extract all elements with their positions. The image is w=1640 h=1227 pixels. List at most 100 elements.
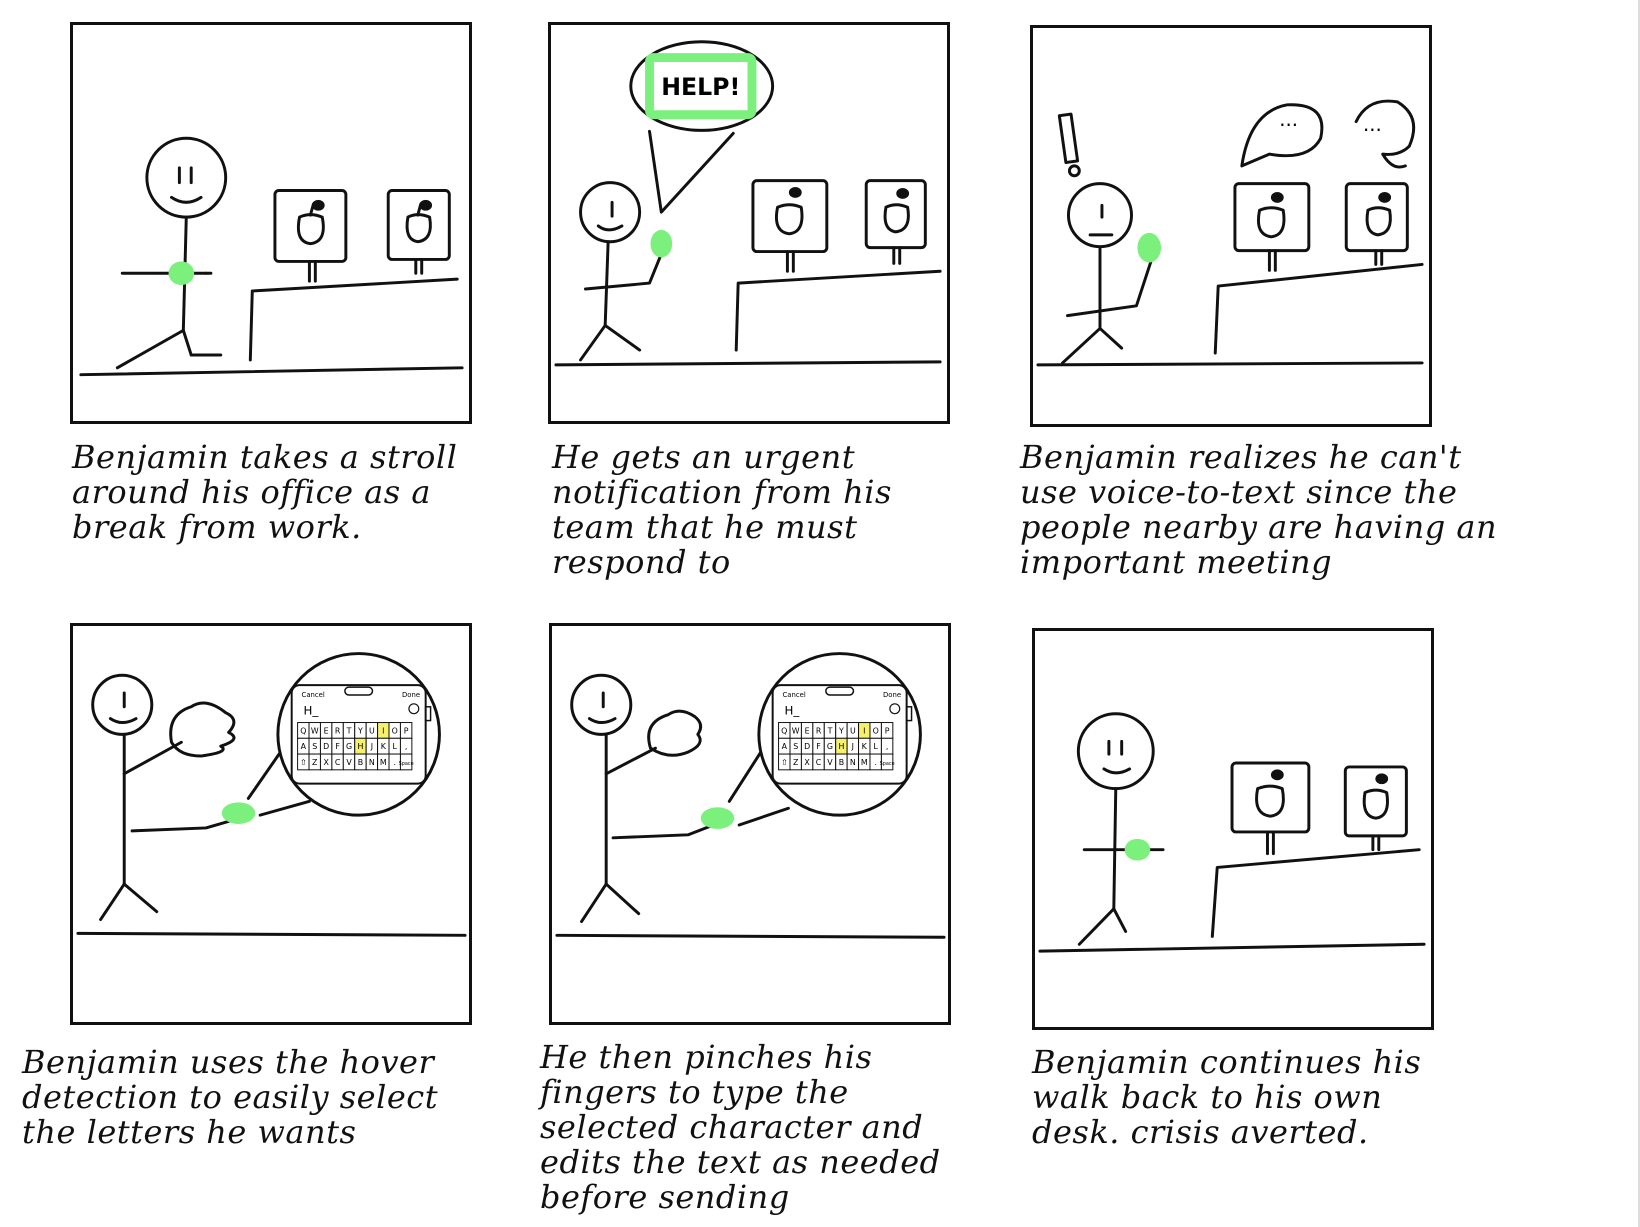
key-label: , xyxy=(886,742,889,751)
hand xyxy=(169,701,236,758)
key-label: . xyxy=(393,758,396,767)
key-label: ⇧ xyxy=(781,758,788,767)
cancel-button[interactable]: Cancel xyxy=(302,691,325,699)
key-label: P xyxy=(404,726,409,735)
key-label: W xyxy=(792,726,800,735)
key-label: H xyxy=(838,742,844,751)
key-label: F xyxy=(335,742,340,751)
panel-5: Cancel Done H_ Q W E R T Y U I O P A S D F G H J K L, ⇧ Z X C V B N M… xyxy=(549,623,951,1025)
head xyxy=(91,673,154,736)
key-label: I xyxy=(382,726,384,735)
bubble-text: HELP! xyxy=(661,73,740,101)
key-label: M xyxy=(861,758,868,767)
panel-6-drawing xyxy=(1038,712,1426,953)
caption-4: Benjamin uses the hover detection to eas… xyxy=(22,1043,439,1151)
panel-4: Cancel Done H_ Q W E R T Y U I O P A S D F G H J K L, ⇧ Z X C V B N M… xyxy=(70,623,472,1025)
key-label: O xyxy=(392,726,398,735)
key-label: X xyxy=(804,758,810,767)
panel-2-drawing: HELP! xyxy=(554,40,942,367)
cancel-button[interactable]: Cancel xyxy=(783,691,806,699)
key-label: T xyxy=(827,726,833,735)
watch-keyboard: Cancel Done H_ Q W E R T Y U I O P A S D F G H J K L , ⇧ Z X C V B N M… xyxy=(771,684,913,785)
key-label: J xyxy=(370,742,373,751)
watch-glow xyxy=(1137,232,1162,263)
key-label: O xyxy=(873,726,879,735)
svg-text:···: ··· xyxy=(1279,113,1298,136)
key-label: ⇧ xyxy=(300,758,307,767)
key-label: U xyxy=(369,726,375,735)
watch-glow xyxy=(650,229,673,258)
watch-keyboard: Cancel Done H_ Q W E R T Y U I O P A S D F G H J K L , ⇧ Z X C V B N M… xyxy=(290,684,432,785)
key-label: D xyxy=(804,742,810,751)
key-label: Q xyxy=(781,726,787,735)
key-label: K xyxy=(862,742,868,751)
key-label: E xyxy=(324,726,329,735)
caption-1: Benjamin takes a stroll around his offic… xyxy=(72,438,458,546)
key-label: G xyxy=(346,742,352,751)
head xyxy=(570,673,633,736)
panel-1 xyxy=(70,22,472,424)
caption-3: Benjamin realizes he can't use voice-to-… xyxy=(1020,438,1498,581)
panel-5-drawing: Cancel Done H_ Q W E R T Y U I O P A S D F G H J K L , ⇧ Z X C V B N M… xyxy=(555,652,946,939)
watch-glow xyxy=(221,802,256,824)
key-label: A xyxy=(301,742,307,751)
key-label: Q xyxy=(300,726,306,735)
typed-text: H_ xyxy=(304,704,320,718)
key-label: Z xyxy=(312,758,318,767)
key-label: C xyxy=(816,758,822,767)
key-label: . xyxy=(874,758,877,767)
key-label: R xyxy=(816,726,822,735)
head xyxy=(1076,712,1155,791)
key-label: Y xyxy=(357,726,363,735)
panel-4-drawing: Cancel Done H_ Q W E R T Y U I O P A S D F G H J K L , ⇧ Z X C V B N M… xyxy=(76,652,467,937)
watch-glow xyxy=(700,807,735,829)
key-label: T xyxy=(346,726,352,735)
key-label: R xyxy=(335,726,341,735)
key-label: V xyxy=(346,758,352,767)
watch-glow xyxy=(168,261,195,286)
head xyxy=(1066,182,1133,249)
panel-2: HELP! xyxy=(548,22,950,424)
key-label: N xyxy=(850,758,856,767)
key-label: K xyxy=(381,742,387,751)
typed-text: H_ xyxy=(784,704,800,718)
key-label: S xyxy=(793,742,798,751)
key-label: A xyxy=(782,742,788,751)
caption-2: He gets an urgent notification from his … xyxy=(552,438,892,581)
panel-1-drawing xyxy=(79,136,464,377)
head xyxy=(145,136,228,219)
key-label: Space xyxy=(880,761,895,767)
panel-6 xyxy=(1032,628,1434,1030)
key-label: D xyxy=(323,742,329,751)
panel-3: ··· ··· xyxy=(1030,25,1432,427)
done-button[interactable]: Done xyxy=(883,691,901,699)
key-label: B xyxy=(839,758,844,767)
key-label: B xyxy=(358,758,363,767)
key-label: C xyxy=(335,758,341,767)
key-label: H xyxy=(357,742,363,751)
key-label: P xyxy=(885,726,890,735)
key-label: W xyxy=(311,726,319,735)
key-label: I xyxy=(863,726,865,735)
key-label: M xyxy=(380,758,387,767)
key-label: X xyxy=(323,758,329,767)
key-label: V xyxy=(827,758,833,767)
done-button[interactable]: Done xyxy=(402,691,420,699)
key-label: U xyxy=(850,726,856,735)
key-label: L xyxy=(874,742,879,751)
caption-6: Benjamin continues his walk back to his … xyxy=(1032,1043,1422,1151)
head xyxy=(579,181,642,244)
key-label: L xyxy=(393,742,398,751)
key-label: N xyxy=(369,758,375,767)
key-label: Y xyxy=(838,726,844,735)
key-label: E xyxy=(805,726,810,735)
key-label: J xyxy=(851,742,854,751)
key-label: , xyxy=(405,742,408,751)
caption-5: He then pinches his fingers to type the … xyxy=(540,1038,941,1216)
key-label: F xyxy=(816,742,821,751)
key-label: G xyxy=(827,742,833,751)
key-label: Space xyxy=(399,761,414,767)
panel-3-drawing: ··· ··· xyxy=(1036,99,1424,367)
key-label: S xyxy=(312,742,317,751)
key-label: Z xyxy=(793,758,799,767)
